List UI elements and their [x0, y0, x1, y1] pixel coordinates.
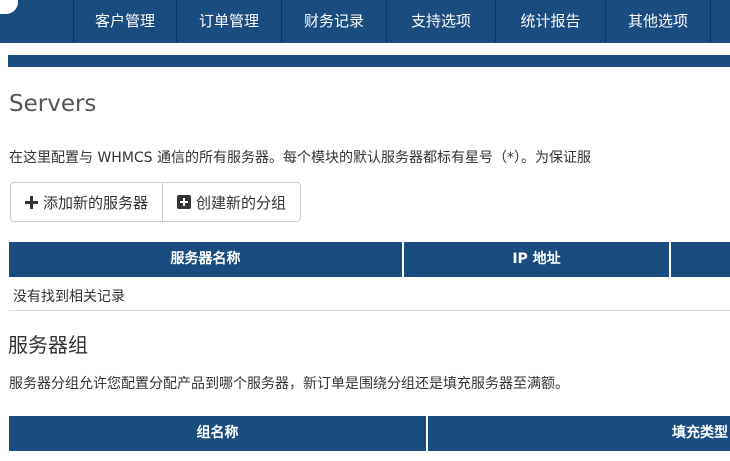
toolbar: 添加新的服务器 创建新的分组: [10, 182, 302, 222]
create-group-button[interactable]: 创建新的分组: [162, 183, 300, 221]
nav-divider: [0, 43, 730, 55]
server-groups-title: 服务器组: [8, 333, 88, 357]
nav-item-overflow[interactable]: [710, 0, 730, 43]
page-title: Servers: [9, 91, 97, 117]
column-header-more[interactable]: [671, 242, 730, 277]
column-header-server-name[interactable]: 服务器名称: [9, 242, 402, 277]
nav-item-orders[interactable]: 订单管理: [176, 0, 281, 43]
plus-icon: [25, 195, 38, 209]
empty-table-message: 没有找到相关记录: [9, 283, 730, 311]
subnav-bar: [8, 55, 730, 67]
top-navigation: 客户管理 订单管理 财务记录 支持选项 统计报告 其他选项: [0, 0, 730, 43]
nav-item-support[interactable]: 支持选项: [386, 0, 495, 43]
nav-item-utilities[interactable]: 其他选项: [605, 0, 710, 43]
add-server-button[interactable]: 添加新的服务器: [11, 183, 162, 221]
create-group-label: 创建新的分组: [196, 193, 287, 212]
add-server-label: 添加新的服务器: [43, 193, 149, 212]
column-header-fill-type[interactable]: 填充类型: [428, 416, 730, 451]
column-header-ip-address[interactable]: IP 地址: [404, 242, 669, 277]
nav-item-clients[interactable]: 客户管理: [73, 0, 176, 43]
nav-item-billing[interactable]: 财务记录: [281, 0, 386, 43]
server-groups-description: 服务器分组允许您配置分配产品到哪个服务器，新订单是围绕分组还是填充服务器至满额。: [9, 376, 569, 392]
column-header-group-name[interactable]: 组名称: [9, 416, 426, 451]
logo-icon[interactable]: [0, 0, 18, 14]
nav-item-reports[interactable]: 统计报告: [495, 0, 605, 43]
page-description: 在这里配置与 WHMCS 通信的所有服务器。每个模块的默认服务器都标有星号（*）…: [9, 150, 592, 166]
plus-square-icon: [177, 195, 192, 209]
